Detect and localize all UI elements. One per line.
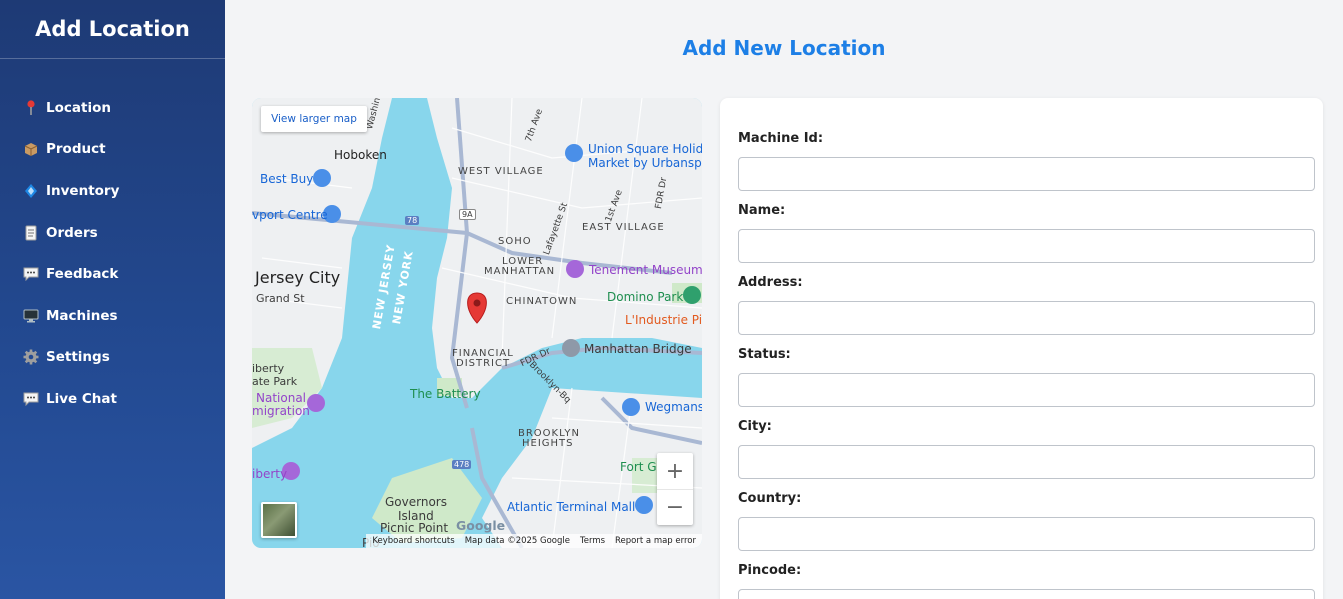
status-input[interactable] (738, 373, 1315, 407)
chat-icon (23, 266, 39, 282)
machine-id-input[interactable] (738, 157, 1315, 191)
field-machine-id: Machine Id: (738, 131, 1315, 191)
field-status: Status: (738, 347, 1315, 407)
report-map-error-link[interactable]: Report a map error (615, 536, 696, 546)
chat-icon (23, 391, 39, 407)
address-label: Address: (738, 275, 803, 290)
country-input[interactable] (738, 517, 1315, 551)
map-label: The Battery (410, 387, 481, 401)
city-input[interactable] (738, 445, 1315, 479)
zoom-out-button[interactable]: − (657, 489, 693, 525)
map-label: Best Buy (260, 172, 314, 186)
sidebar-item-label: Product (46, 141, 106, 158)
map-label: Governors (385, 495, 447, 509)
machine-id-label: Machine Id: (738, 131, 824, 146)
sidebar-title: Add Location (0, 0, 225, 59)
field-country: Country: (738, 491, 1315, 551)
map-label: Fort Gr (620, 460, 662, 474)
map-label: vport Centre (252, 208, 328, 222)
map-label: MANHATTAN (484, 266, 556, 277)
sidebar-item-label: Machines (46, 307, 118, 324)
map-label: Atlantic Terminal Mall (507, 500, 636, 514)
pin-icon (23, 100, 39, 116)
sidebar-item-product[interactable]: Product (0, 129, 225, 171)
map-data-credit: Map data ©2025 Google (464, 536, 570, 546)
zoom-control: + − (657, 453, 693, 525)
sidebar-nav: Location Product Inventory Orders Feedba… (0, 59, 225, 420)
map-label: Grand St (256, 292, 305, 305)
map-label: migration (252, 404, 310, 418)
pincode-label: Pincode: (738, 563, 802, 578)
map-label: Hoboken (334, 148, 387, 162)
map-label: HEIGHTS (522, 438, 574, 449)
sidebar-item-machines[interactable]: Machines (0, 295, 225, 337)
map-label: Market by Urbanspac (588, 156, 702, 170)
map-label: iberty (252, 467, 288, 481)
document-icon (23, 225, 39, 241)
field-address: Address: (738, 275, 1315, 335)
map-label: iberty (252, 362, 285, 375)
map-label: 478 (452, 460, 472, 469)
google-logo: Google (456, 518, 506, 533)
map-label: L'Industrie Piz (625, 313, 702, 327)
address-input[interactable] (738, 301, 1315, 335)
map-label: EAST VILLAGE (582, 222, 665, 233)
sidebar-item-location[interactable]: Location (0, 87, 225, 129)
gear-icon (23, 349, 39, 365)
map-label: Jersey City (255, 268, 341, 287)
sidebar-item-label: Inventory (46, 182, 120, 199)
map-label: ate Park (252, 375, 298, 388)
country-label: Country: (738, 491, 802, 506)
sidebar-item-orders[interactable]: Orders (0, 212, 225, 254)
zoom-in-button[interactable]: + (657, 453, 693, 489)
map-label: Manhattan Bridge (584, 342, 692, 356)
map-label: Picnic Point (380, 521, 449, 535)
city-label: City: (738, 419, 772, 434)
sidebar-item-label: Orders (46, 224, 98, 241)
map-label: Domino Park (607, 290, 684, 304)
sidebar-item-label: Feedback (46, 266, 119, 283)
map-embed[interactable]: Hoboken Best Buy vport Centre Jersey Cit… (252, 98, 702, 548)
name-label: Name: (738, 203, 786, 218)
terms-link[interactable]: Terms (580, 536, 605, 546)
map-label: 9A (459, 209, 476, 220)
location-form: Machine Id: Name: Address: Status: City:… (720, 98, 1323, 599)
map-footer: Keyboard shortcuts Map data ©2025 Google… (366, 534, 702, 548)
package-icon (23, 141, 39, 157)
sidebar-item-settings[interactable]: Settings (0, 337, 225, 379)
map-label: Tenement Museum (589, 263, 702, 277)
map-label: DISTRICT (456, 358, 511, 369)
map-label: CHINATOWN (506, 296, 578, 307)
pincode-input[interactable] (738, 589, 1315, 599)
field-city: City: (738, 419, 1315, 479)
sidebar-item-inventory[interactable]: Inventory (0, 170, 225, 212)
map-label: WEST VILLAGE (458, 166, 544, 177)
map-label: Wegmans (645, 400, 702, 414)
field-name: Name: (738, 203, 1315, 263)
diamond-icon (23, 183, 39, 199)
map-label: 78 (405, 216, 420, 225)
map-label: Union Square Holida (588, 142, 702, 156)
sidebar-item-live-chat[interactable]: Live Chat (0, 378, 225, 420)
sidebar-item-feedback[interactable]: Feedback (0, 253, 225, 295)
page-title: Add New Location (682, 36, 886, 60)
sidebar: Add Location Location Product Inventory … (0, 0, 225, 599)
monitor-icon (23, 308, 39, 324)
keyboard-shortcuts-link[interactable]: Keyboard shortcuts (372, 536, 454, 546)
sidebar-item-label: Location (46, 99, 111, 116)
field-pincode: Pincode: (738, 563, 1315, 599)
sidebar-item-label: Live Chat (46, 390, 117, 407)
status-label: Status: (738, 347, 791, 362)
view-larger-map-button[interactable]: View larger map (261, 106, 367, 132)
sidebar-item-label: Settings (46, 349, 110, 366)
map-label: SOHO (498, 236, 532, 247)
name-input[interactable] (738, 229, 1315, 263)
satellite-toggle[interactable] (261, 502, 297, 538)
map-label: National (256, 391, 307, 405)
